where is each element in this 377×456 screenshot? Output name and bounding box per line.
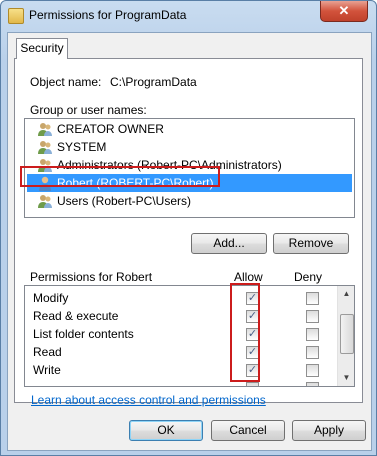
allow-checkbox[interactable]: ✓ [246,328,259,341]
ok-button[interactable]: OK [129,420,203,441]
list-item-selected[interactable]: Robert (ROBERT-PC\Robert) [27,174,352,192]
group-icon [38,159,52,172]
allow-checkbox[interactable]: ✓ [246,364,259,377]
deny-checkbox[interactable] [306,328,319,341]
list-item[interactable]: CREATOR OWNER [27,120,352,138]
dialog-body: Security Object name: C:\ProgramData Gro… [7,32,372,451]
permission-row-partial [25,379,337,386]
window-title: Permissions for ProgramData [29,8,187,22]
allow-column-header: Allow [234,270,263,284]
help-link[interactable]: Learn about access control and permissio… [31,393,266,407]
permission-name: List folder contents [33,327,134,341]
apply-button[interactable]: Apply [292,420,366,441]
cancel-button[interactable]: Cancel [211,420,285,441]
group-icon [38,195,52,208]
add-button[interactable]: Add... [191,233,267,254]
allow-checkbox[interactable] [246,382,259,386]
title-bar[interactable]: Permissions for ProgramData ✕ [1,1,376,31]
permission-row: List folder contents ✓ [25,325,337,343]
permissions-list[interactable]: Modify ✓ Read & execute ✓ List folder co… [24,285,355,387]
deny-checkbox[interactable] [306,310,319,323]
group-icon [38,141,52,154]
group-list-label: Group or user names: [30,103,147,117]
permission-name: Read [33,345,62,359]
permission-row: Modify ✓ [25,289,337,307]
scroll-down-arrow-icon[interactable]: ▼ [340,371,353,385]
close-button[interactable]: ✕ [320,1,368,22]
permission-name: Modify [33,291,69,305]
group-icon [38,123,52,136]
permissions-header: Permissions for Robert [30,270,153,284]
list-item[interactable]: SYSTEM [27,138,352,156]
allow-checkbox[interactable]: ✓ [246,310,259,323]
list-item[interactable]: Administrators (Robert-PC\Administrators… [27,156,352,174]
permission-name: Read & execute [33,309,119,323]
list-item-label: SYSTEM [57,140,107,154]
permission-row: Write ✓ [25,361,337,379]
scroll-thumb[interactable] [340,314,354,354]
deny-checkbox[interactable] [306,346,319,359]
user-icon [39,176,51,191]
object-name-label: Object name: [30,75,102,89]
folder-icon [8,8,24,24]
deny-checkbox[interactable] [306,382,319,386]
list-item-label: Users (Robert-PC\Users) [57,194,192,208]
allow-checkbox[interactable]: ✓ [246,292,259,305]
permission-row: Read ✓ [25,343,337,361]
deny-checkbox[interactable] [306,292,319,305]
list-item[interactable]: Users (Robert-PC\Users) [27,192,352,210]
allow-checkbox[interactable]: ✓ [246,346,259,359]
permissions-scrollbar[interactable]: ▲ ▼ [337,286,354,386]
list-item-label: Robert (ROBERT-PC\Robert) [57,176,214,190]
list-item-label: CREATOR OWNER [57,122,164,136]
scroll-up-arrow-icon[interactable]: ▲ [340,287,353,301]
permission-row: Read & execute ✓ [25,307,337,325]
object-name-value: C:\ProgramData [110,75,197,89]
permission-name: Write [33,363,61,377]
permissions-dialog: Permissions for ProgramData ✕ Security O… [0,0,377,456]
list-item-label: Administrators (Robert-PC\Administrators… [57,158,282,172]
tab-security[interactable]: Security [16,38,68,59]
group-user-list[interactable]: CREATOR OWNER SYSTEM Administrators (Rob… [24,118,355,218]
deny-checkbox[interactable] [306,364,319,377]
deny-column-header: Deny [294,270,323,284]
remove-button[interactable]: Remove [273,233,349,254]
